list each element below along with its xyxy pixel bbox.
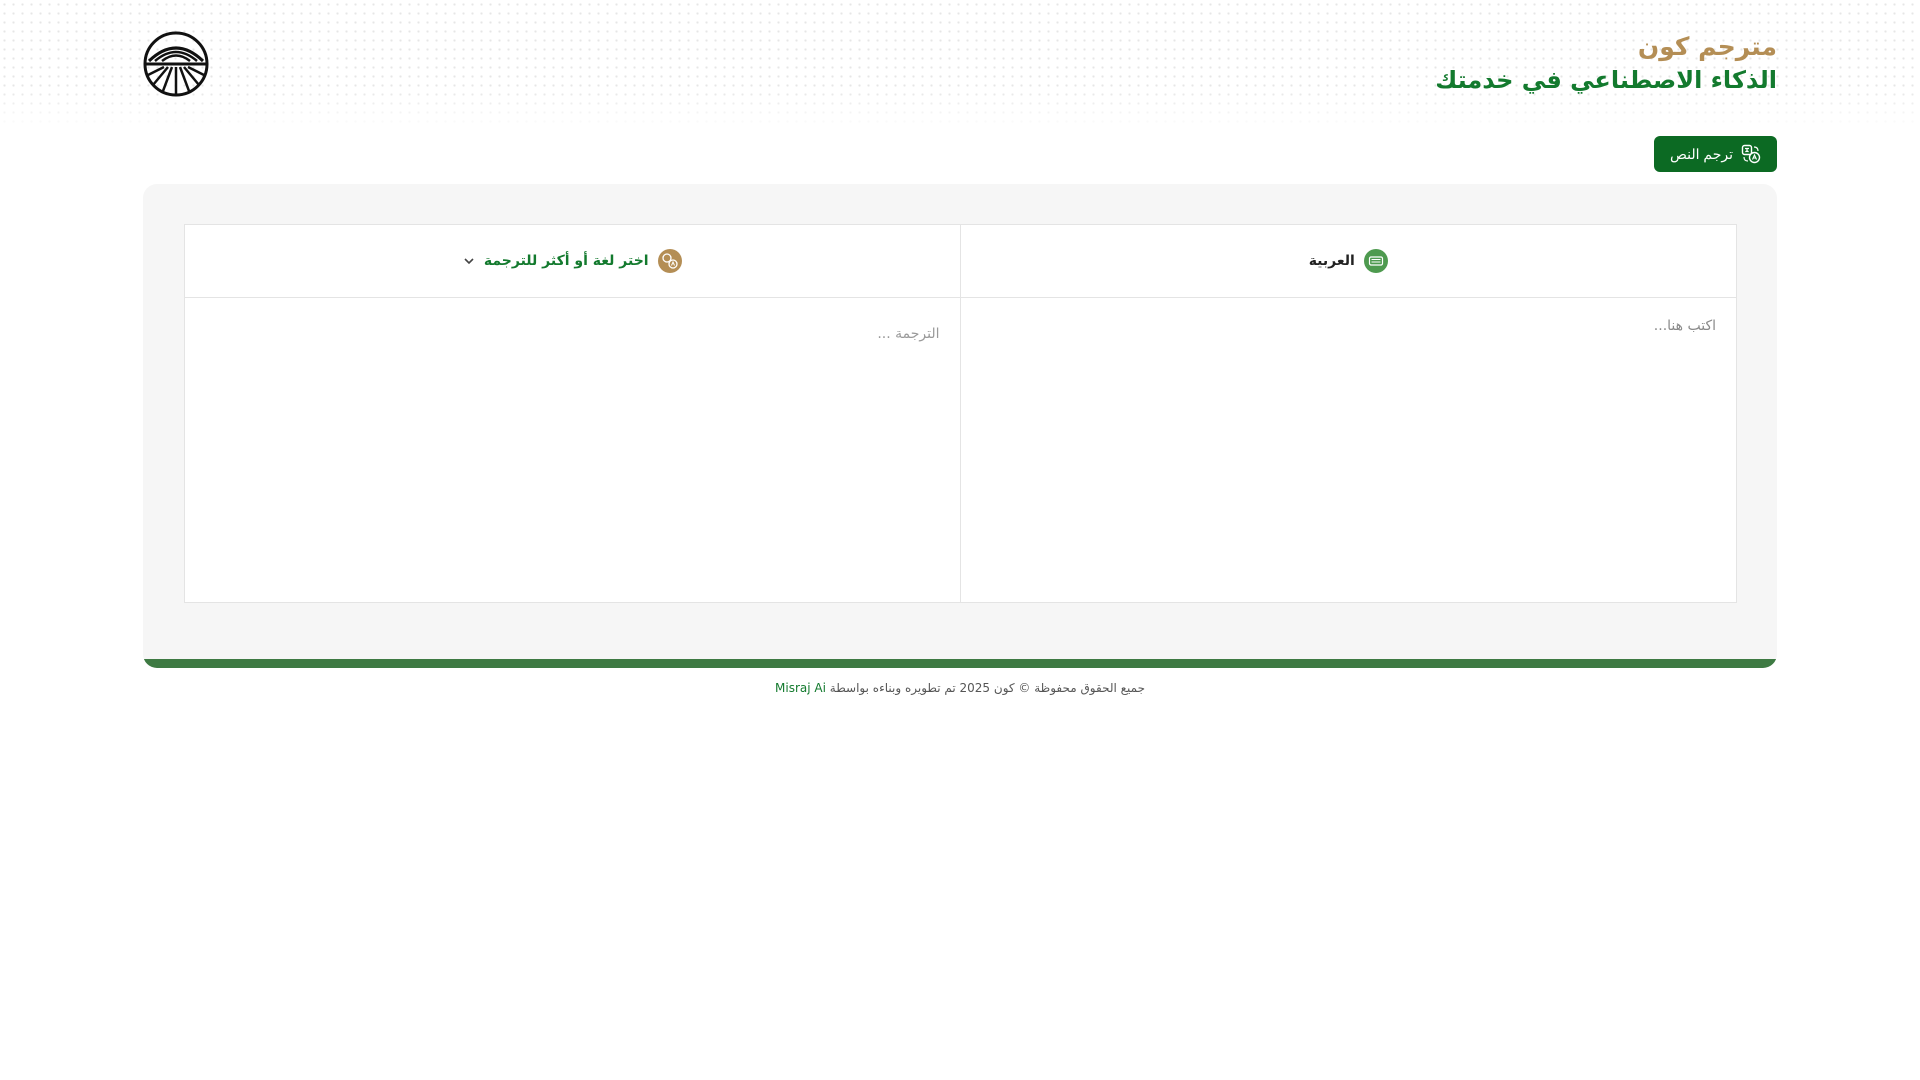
app-titles: مترجم كون الذكاء الاصطناعي في خدمتك [1435,30,1777,96]
footer: جميع الحقوق محفوظة © كون 2025 تم تطويره … [0,681,1920,695]
target-language-selector[interactable]: اختر لغة أو أكثر للترجمة [185,225,960,298]
translate-icon [1741,144,1761,164]
sun-horizon-logo-icon[interactable] [143,31,209,97]
translation-panels: اختر لغة أو أكثر للترجمة الترجمة ... الع… [184,224,1737,608]
footer-copyright: جميع الحقوق محفوظة © كون 2025 تم تطويره … [829,681,1145,695]
target-panel: اختر لغة أو أكثر للترجمة الترجمة ... [185,225,961,602]
language-globe-icon [657,249,682,273]
source-input-area [961,298,1737,632]
translation-output-placeholder: الترجمة ... [877,326,940,342]
translator-card: اختر لغة أو أكثر للترجمة الترجمة ... الع… [143,184,1777,668]
app-subtitle: الذكاء الاصطناعي في خدمتك [1435,66,1777,94]
footer-misraj-link[interactable]: Misraj Ai [775,681,826,695]
app-title: مترجم كون [1637,32,1777,61]
target-language-label: اختر لغة أو أكثر للترجمة [483,253,649,269]
translation-output: الترجمة ... [185,298,960,362]
keyboard-badge-icon [1363,249,1388,273]
translate-button-label: ترجم النص [1670,145,1734,162]
source-text-input[interactable] [980,318,1716,608]
source-language-label: العربية [1308,253,1355,269]
source-panel: العربية [960,225,1736,608]
card-bottom-bar [143,659,1777,668]
translate-button[interactable]: ترجم النص [1654,136,1777,172]
chevron-down-icon [464,258,474,265]
source-language-header: العربية [960,225,1736,298]
